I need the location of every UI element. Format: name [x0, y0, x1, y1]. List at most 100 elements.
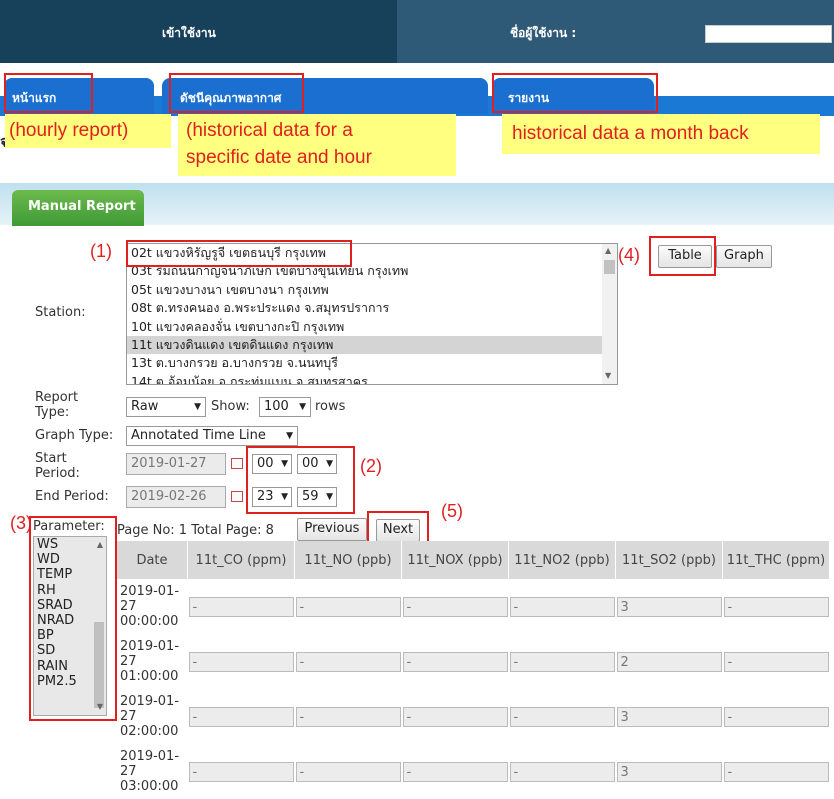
value-cell[interactable]: -	[402, 706, 508, 727]
graph-button[interactable]: Graph	[716, 245, 772, 268]
station-option[interactable]: 10t แขวงคลองจั่น เขตบางกะปิ กรุงเทพ	[127, 318, 617, 336]
value-cell[interactable]: -	[295, 761, 401, 782]
value-cell[interactable]: -	[402, 761, 508, 782]
chevron-down-icon: ▼	[286, 431, 293, 441]
show-rows-select[interactable]: 100 ▼	[259, 397, 311, 417]
end-period-label: End Period:	[35, 489, 109, 504]
value-cell[interactable]: -	[723, 706, 829, 727]
table-row: 2019-01-27 00:00:00 - - - - 3 -	[117, 579, 830, 634]
start-period-label: Start Period:	[35, 451, 80, 481]
station-option[interactable]: 13t ต.บางกรวย อ.บางกรวย จ.นนทบุรี	[127, 354, 617, 372]
annotation-2: (2)	[360, 456, 382, 476]
value-cell[interactable]: -	[723, 761, 829, 782]
start-date-input[interactable]: 2019-01-27	[126, 453, 226, 475]
annotation-box-station	[126, 240, 352, 267]
annotation-box-period	[246, 446, 355, 514]
value-cell[interactable]: -	[723, 651, 829, 672]
value-cell[interactable]: 2	[616, 651, 722, 672]
login-section: เข้าใช้งาน	[0, 0, 397, 63]
report-type-value: Raw	[131, 399, 159, 414]
previous-button[interactable]: Previous	[297, 518, 367, 541]
calendar-icon[interactable]	[231, 491, 243, 502]
graph-type-select[interactable]: Annotated Time Line ▼	[126, 426, 298, 446]
value-cell[interactable]: -	[402, 596, 508, 617]
login-label[interactable]: เข้าใช้งาน	[162, 24, 216, 43]
graph-type-label: Graph Type:	[35, 428, 114, 443]
value-cell[interactable]: 3	[616, 596, 722, 617]
station-option[interactable]: 05t แขวงบางนา เขตบางนา กรุงเทพ	[127, 281, 617, 299]
date-cell: 2019-01-27 01:00:00	[120, 639, 180, 684]
annotation-box-parameter	[29, 516, 117, 721]
station-label: Station:	[35, 305, 86, 320]
username-input[interactable]	[705, 25, 832, 43]
show-label: Show:	[211, 399, 250, 414]
annotation-4: (4)	[618, 245, 640, 265]
top-bar: เข้าใช้งาน ชื่อผู้ใช้งาน :	[0, 0, 834, 63]
station-option[interactable]: 14t ต.อ้อมน้อย อ.กระทุ่มแบน จ.สมุทรสาคร	[127, 373, 617, 384]
date-cell: 2019-01-27 03:00:00	[120, 749, 180, 794]
value-cell[interactable]: -	[509, 596, 615, 617]
table-row: 2019-01-27 02:00:00 - - - - 3 -	[117, 689, 830, 744]
table-header-row: Date 11t_CO (ppm) 11t_NO (ppb) 11t_NOX (…	[117, 541, 830, 579]
page-info: Page No: 1 Total Page: 8	[117, 523, 274, 538]
chevron-down-icon: ▼	[299, 402, 306, 412]
column-header: 11t_NO (ppb)	[294, 541, 402, 579]
value-cell[interactable]: -	[509, 761, 615, 782]
chevron-down-icon: ▼	[194, 402, 201, 412]
column-header: 11t_THC (ppm)	[722, 541, 830, 579]
calendar-icon[interactable]	[231, 458, 243, 469]
annotation-box-home	[4, 73, 93, 113]
annotation-5: (5)	[441, 501, 463, 521]
note-month-back-text: historical data a month back	[512, 123, 749, 144]
column-header: 11t_CO (ppm)	[187, 541, 295, 579]
column-header: 11t_SO2 (ppb)	[615, 541, 723, 579]
value-cell[interactable]: -	[188, 651, 294, 672]
value-cell[interactable]: -	[509, 706, 615, 727]
scroll-up-icon[interactable]: ▲	[605, 246, 611, 255]
column-header: 11t_NO2 (ppb)	[508, 541, 616, 579]
report-type-select[interactable]: Raw ▼	[126, 397, 206, 417]
manual-report-label: Manual Report	[28, 199, 136, 214]
note-historical-line1: (historical data for a	[186, 120, 353, 141]
annotation-box-report	[492, 73, 658, 113]
note-historical: (historical data for a specific date and…	[178, 114, 456, 176]
note-hourly: (hourly report)	[5, 114, 171, 148]
annotation-1: (1)	[90, 241, 112, 261]
station-option[interactable]: 08t ต.ทรงคนอง อ.พระประแดง จ.สมุทรปราการ	[127, 299, 617, 317]
data-table: Date 11t_CO (ppm) 11t_NO (ppb) 11t_NOX (…	[117, 541, 830, 799]
date-cell: 2019-01-27 02:00:00	[120, 694, 180, 739]
end-date-input[interactable]: 2019-02-26	[126, 486, 226, 508]
value-cell[interactable]: -	[509, 651, 615, 672]
manual-report-tab[interactable]: Manual Report	[12, 190, 144, 226]
value-cell[interactable]: -	[723, 596, 829, 617]
note-hourly-text: (hourly report)	[9, 120, 129, 141]
table-row: 2019-01-27 03:00:00 - - - - 3 -	[117, 744, 830, 799]
annotation-box-aqi	[169, 73, 304, 113]
annotation-box-table	[649, 236, 716, 276]
station-option-selected[interactable]: 11t แขวงดินแดง เขตดินแดง กรุงเทพ	[127, 335, 617, 355]
date-cell: 2019-01-27 00:00:00	[120, 584, 180, 629]
value-cell[interactable]: -	[188, 596, 294, 617]
scroll-down-icon[interactable]: ▼	[605, 371, 611, 380]
note-month-back: historical data a month back	[502, 114, 820, 154]
user-section: ชื่อผู้ใช้งาน :	[397, 0, 834, 63]
column-header: Date	[117, 541, 188, 579]
value-cell[interactable]: -	[188, 706, 294, 727]
show-rows-value: 100	[264, 399, 289, 414]
value-cell[interactable]: -	[188, 761, 294, 782]
username-label: ชื่อผู้ใช้งาน :	[510, 26, 577, 40]
report-type-label: Report Type:	[35, 390, 79, 420]
scroll-thumb[interactable]	[604, 260, 615, 274]
value-cell[interactable]: -	[295, 706, 401, 727]
value-cell[interactable]: 3	[616, 761, 722, 782]
column-header: 11t_NOX (ppb)	[401, 541, 509, 579]
note-historical-line2: specific date and hour	[186, 147, 372, 168]
value-cell[interactable]: -	[295, 651, 401, 672]
rows-label: rows	[315, 399, 346, 414]
graph-type-value: Annotated Time Line	[131, 428, 266, 443]
value-cell[interactable]: 3	[616, 706, 722, 727]
station-scrollbar[interactable]: ▲ ▼	[602, 244, 617, 384]
table-row: 2019-01-27 01:00:00 - - - - 2 -	[117, 634, 830, 689]
value-cell[interactable]: -	[402, 651, 508, 672]
value-cell[interactable]: -	[295, 596, 401, 617]
